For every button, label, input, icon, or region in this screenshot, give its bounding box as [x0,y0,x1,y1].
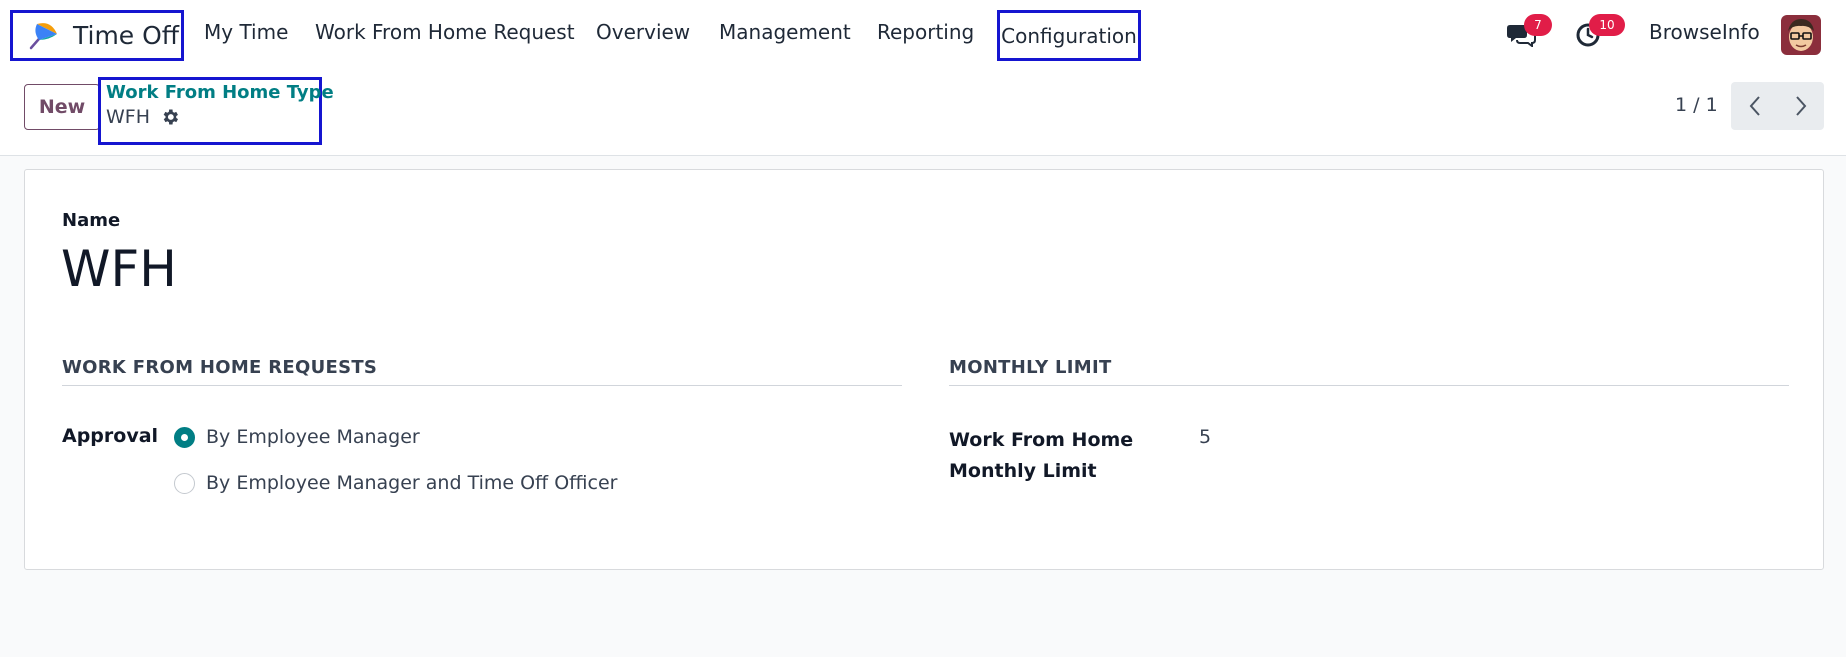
name-field[interactable]: WFH [61,240,177,298]
umbrella-icon [29,22,57,49]
breadcrumb-current-label: WFH [106,106,151,128]
monthly-limit-label: Work From Home Monthly Limit [949,429,1134,482]
radio-button[interactable] [174,472,195,494]
section-title-monthly-limit: MONTHLY LIMIT [949,357,1112,378]
app-title: Time Off [73,21,180,50]
approval-option-label: By Employee Manager [206,426,420,448]
approval-option-manager-and-officer[interactable]: By Employee Manager and Time Off Officer [174,472,617,494]
new-button[interactable]: New [24,84,100,130]
breadcrumb-current-record: WFH [106,106,314,128]
chevron-right-icon [1795,96,1806,116]
section-divider [949,385,1789,386]
name-label: Name [62,210,121,231]
breadcrumb-parent-link[interactable]: Work From Home Type [106,82,334,103]
pager-previous-button[interactable] [1731,82,1778,130]
section-divider [62,385,902,386]
pager-next-button[interactable] [1777,82,1824,130]
control-panel: New Work From Home Type WFH 1 / 1 [0,70,1846,156]
breadcrumb: Work From Home Type WFH [98,77,334,145]
avatar[interactable] [1781,15,1821,55]
gear-icon[interactable] [160,107,180,127]
activities-count-badge: 10 [1589,14,1625,36]
approval-option-label: By Employee Manager and Time Off Officer [206,472,618,494]
chevron-left-icon [1749,96,1760,116]
approval-option-employee-manager[interactable]: By Employee Manager [174,426,420,448]
section-title-requests: WORK FROM HOME REQUESTS [62,357,378,378]
messages-count-badge: 7 [1524,14,1552,36]
monthly-limit-field[interactable]: 5 [1199,426,1211,448]
menu-my-time[interactable]: My Time [204,20,288,44]
menu-reporting[interactable]: Reporting [877,20,974,44]
form-sheet: Name WFH WORK FROM HOME REQUESTS MONTHLY… [24,169,1824,570]
menu-configuration[interactable]: Configuration [997,10,1141,61]
app-brand[interactable]: Time Off [10,10,184,61]
radio-button[interactable] [174,426,195,448]
top-navbar: Time Off My Time Work From Home Request … [0,0,1846,70]
menu-overview[interactable]: Overview [596,20,690,44]
approval-label: Approval [62,425,159,447]
messages-button[interactable]: 7 [1504,14,1552,54]
menu-work-from-home-request[interactable]: Work From Home Request [315,20,575,44]
user-menu[interactable]: BrowseInfo [1649,20,1760,44]
activities-button[interactable]: 10 [1571,14,1625,54]
pager-value[interactable]: 1 / 1 [1675,94,1718,116]
menu-management[interactable]: Management [719,20,851,44]
